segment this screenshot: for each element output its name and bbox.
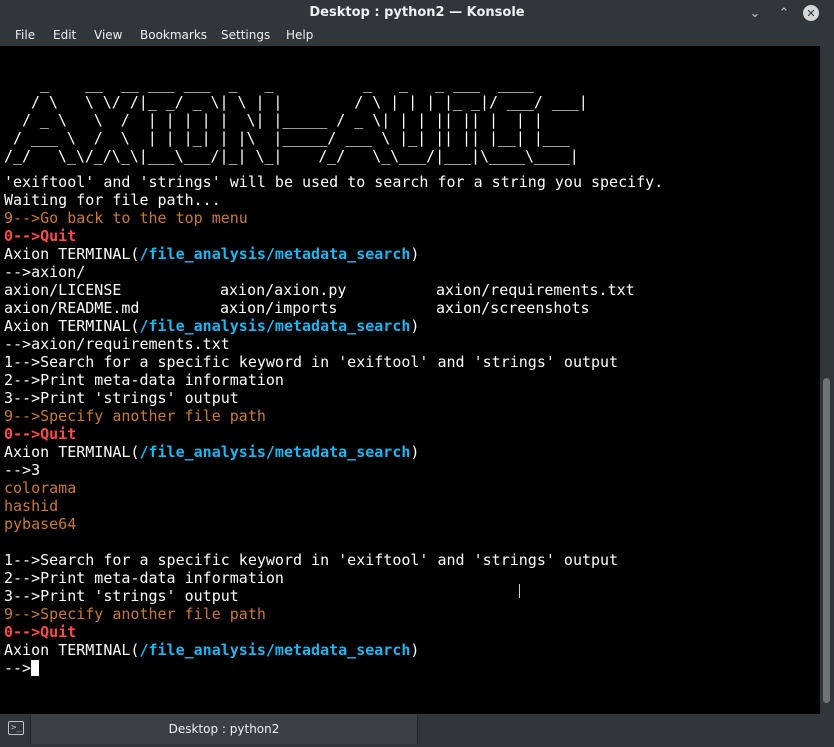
prompt-path: /file_analysis/metadata_search bbox=[139, 443, 411, 461]
strings-output-line: hashid bbox=[4, 497, 59, 515]
menu-file[interactable]: File bbox=[15, 28, 35, 42]
prompt-path: /file_analysis/metadata_search bbox=[139, 641, 411, 659]
menu-option-back-top: 9-->Go back to the top menu bbox=[4, 209, 248, 227]
tab-label: Desktop : python2 bbox=[168, 722, 280, 736]
text-cursor bbox=[31, 660, 40, 676]
file-entry: axion/imports bbox=[220, 299, 338, 317]
prompt-line: Axion TERMINAL(/file_analysis/metadata_s… bbox=[4, 317, 663, 335]
prompt-prefix: Axion TERMINAL( bbox=[4, 641, 140, 659]
menu-option-quit: 0-->Quit bbox=[4, 623, 77, 641]
menu-option-strings: 3-->Print 'strings' output bbox=[4, 389, 239, 407]
terminal-icon[interactable]: >_ bbox=[8, 721, 24, 735]
terminal-output: 'exiftool' and 'strings' will be used to… bbox=[4, 173, 663, 677]
close-icon[interactable]: ✕ bbox=[803, 5, 819, 21]
prompt-path: /file_analysis/metadata_search bbox=[139, 317, 411, 335]
user-input-line: -->3 bbox=[4, 461, 41, 479]
file-entry: axion/README.md bbox=[4, 299, 140, 317]
menu-option-search: 1-->Search for a specific keyword in 'ex… bbox=[4, 353, 619, 371]
title-bar: Desktop : python2 — Konsole ⌄ ⌃ ✕ bbox=[0, 0, 834, 26]
prompt-prefix: Axion TERMINAL( bbox=[4, 317, 140, 335]
menu-option-quit: 0-->Quit bbox=[4, 227, 77, 245]
menu-settings[interactable]: Settings bbox=[221, 28, 270, 42]
menu-option-search: 1-->Search for a specific keyword in 'ex… bbox=[4, 551, 619, 569]
tab-desktop-python2[interactable]: Desktop : python2 bbox=[30, 714, 418, 744]
user-input-line: -->axion/ bbox=[4, 263, 86, 281]
prompt-suffix: ) bbox=[410, 317, 420, 335]
prompt-suffix: ) bbox=[410, 443, 420, 461]
menu-view[interactable]: View bbox=[94, 28, 122, 42]
scrollbar-thumb[interactable] bbox=[823, 378, 830, 703]
axion-banner: _ __ __ ___ ___ _ _ _ _ _ ___ ____ / \ \… bbox=[4, 75, 588, 165]
menu-option-metadata: 2-->Print meta-data information bbox=[4, 569, 284, 587]
menu-bookmarks[interactable]: Bookmarks bbox=[140, 28, 207, 42]
menu-option-strings: 3-->Print 'strings' output bbox=[4, 587, 239, 605]
command-input[interactable]: --> bbox=[4, 659, 663, 677]
prompt-prefix: Axion TERMINAL( bbox=[4, 245, 140, 263]
prompt-suffix: ) bbox=[410, 245, 420, 263]
prompt-prefix: Axion TERMINAL( bbox=[4, 443, 140, 461]
window-title: Desktop : python2 — Konsole bbox=[309, 5, 525, 20]
input-prompt: --> bbox=[4, 659, 32, 677]
info-line: 'exiftool' and 'strings' will be used to… bbox=[4, 173, 664, 191]
ibeam-cursor-icon bbox=[518, 584, 521, 598]
prompt-line: Axion TERMINAL(/file_analysis/metadata_s… bbox=[4, 245, 663, 263]
user-input-line: -->axion/requirements.txt bbox=[4, 335, 230, 353]
file-entry: axion/screenshots bbox=[436, 299, 590, 317]
menu-edit[interactable]: Edit bbox=[53, 28, 76, 42]
waiting-line: Waiting for file path... bbox=[4, 191, 221, 209]
prompt-line: Axion TERMINAL(/file_analysis/metadata_s… bbox=[4, 641, 663, 659]
file-entry: axion/axion.py bbox=[220, 281, 347, 299]
tab-bar: >_ Desktop : python2 bbox=[0, 714, 834, 747]
terminal-view[interactable]: _ __ __ ___ ___ _ _ _ _ _ ___ ____ / \ \… bbox=[0, 46, 820, 714]
strings-output-line: pybase64 bbox=[4, 515, 77, 533]
file-listing-row: axion/LICENSE axion/axion.py axion/require… bbox=[4, 281, 663, 299]
maximize-icon[interactable]: ⌃ bbox=[775, 4, 793, 22]
menu-bar: File Edit View Bookmarks Settings Help bbox=[0, 26, 834, 46]
menu-option-quit: 0-->Quit bbox=[4, 425, 77, 443]
prompt-line: Axion TERMINAL(/file_analysis/metadata_s… bbox=[4, 443, 663, 461]
prompt-path: /file_analysis/metadata_search bbox=[139, 245, 411, 263]
prompt-suffix: ) bbox=[410, 641, 420, 659]
file-listing-row: axion/README.md axion/imports axion/screen… bbox=[4, 299, 663, 317]
menu-option-metadata: 2-->Print meta-data information bbox=[4, 371, 284, 389]
menu-option-another-path: 9-->Specify another file path bbox=[4, 605, 266, 623]
file-entry: axion/LICENSE bbox=[4, 281, 122, 299]
menu-option-another-path: 9-->Specify another file path bbox=[4, 407, 266, 425]
strings-output-line: colorama bbox=[4, 479, 77, 497]
menu-help[interactable]: Help bbox=[286, 28, 313, 42]
file-entry: axion/requirements.txt bbox=[436, 281, 635, 299]
minimize-icon[interactable]: ⌄ bbox=[746, 4, 764, 22]
scrollbar[interactable] bbox=[820, 46, 834, 714]
